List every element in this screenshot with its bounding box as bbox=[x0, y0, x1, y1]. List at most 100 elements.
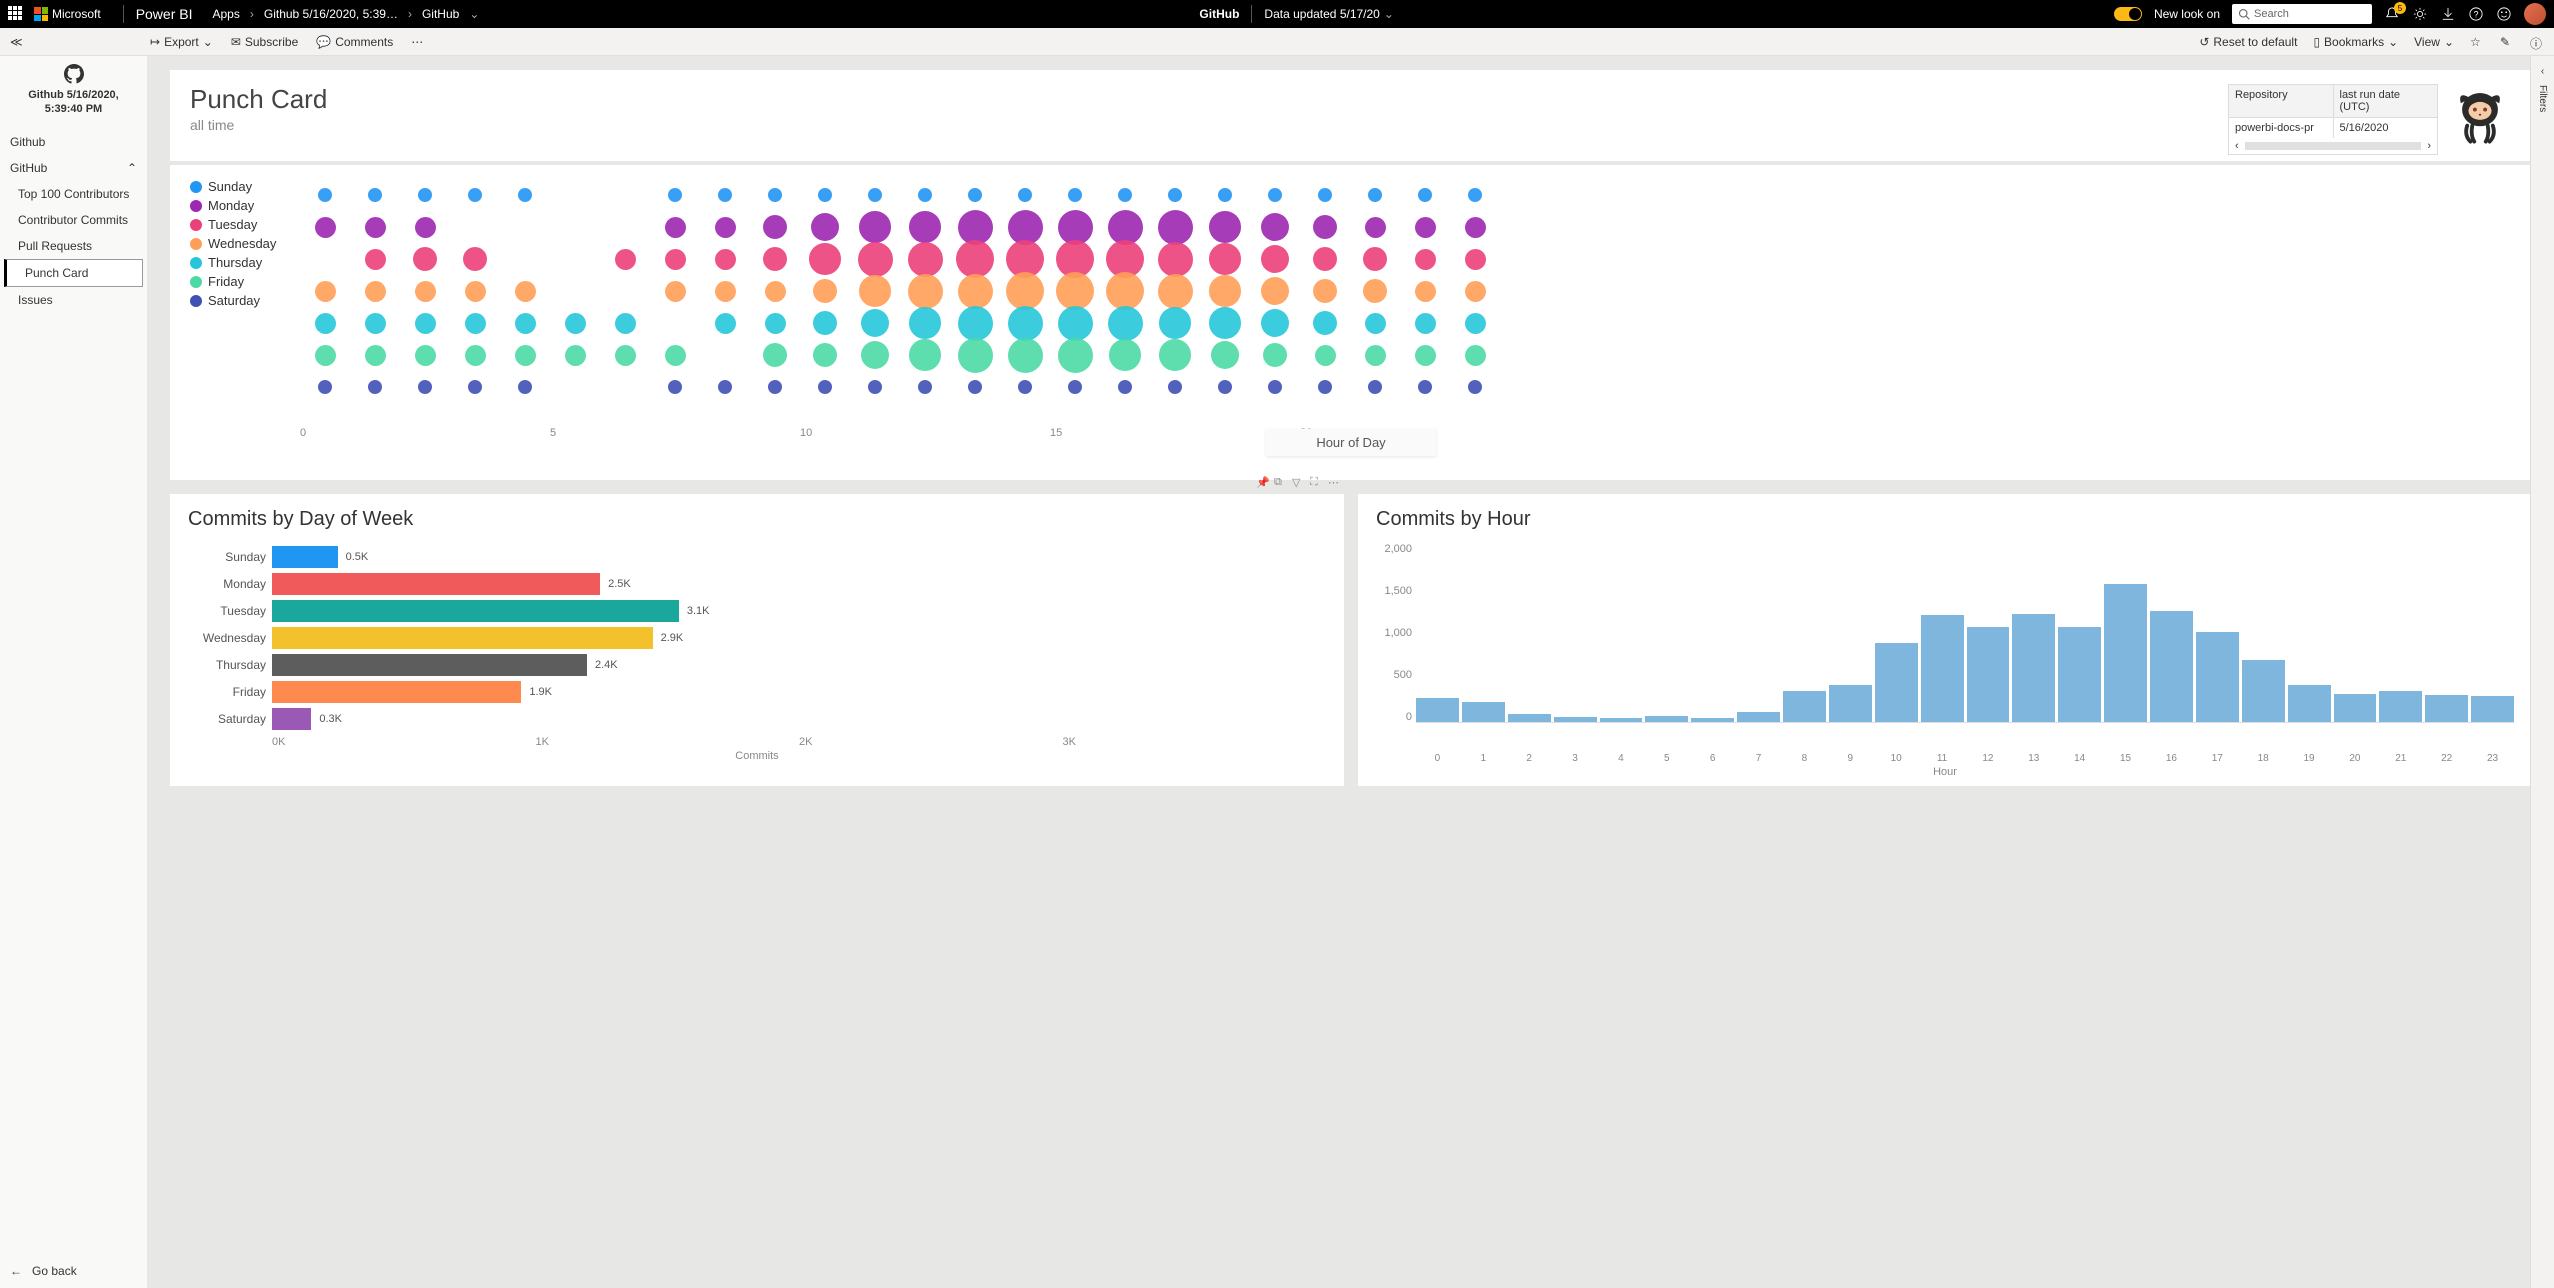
punch-bubble[interactable] bbox=[1261, 213, 1289, 241]
expand-filters-icon[interactable]: ‹ bbox=[2541, 66, 2544, 77]
scroll-track[interactable] bbox=[2245, 142, 2422, 150]
punch-bubble[interactable] bbox=[1008, 338, 1043, 373]
filters-pane-collapsed[interactable]: ‹ Filters bbox=[2530, 56, 2554, 1288]
download-icon[interactable] bbox=[2440, 6, 2456, 22]
punch-bubble[interactable] bbox=[858, 242, 893, 277]
punch-bubble[interactable] bbox=[1468, 188, 1482, 202]
dow-bar[interactable] bbox=[272, 681, 521, 703]
punch-bubble[interactable] bbox=[515, 313, 536, 334]
punch-bubble[interactable] bbox=[465, 313, 486, 334]
punch-bubble[interactable] bbox=[318, 188, 332, 202]
breadcrumb-apps[interactable]: Apps bbox=[213, 7, 240, 21]
punch-bubble[interactable] bbox=[365, 345, 386, 366]
dow-bar[interactable] bbox=[272, 573, 600, 595]
notifications-icon[interactable]: 5 bbox=[2384, 6, 2400, 22]
punch-bubble[interactable] bbox=[958, 338, 993, 373]
punch-bubble[interactable] bbox=[861, 309, 889, 337]
punch-bubble[interactable] bbox=[909, 307, 941, 339]
hour-bar[interactable] bbox=[1967, 627, 2010, 722]
settings-icon[interactable] bbox=[2412, 6, 2428, 22]
hour-bar[interactable] bbox=[1875, 643, 1918, 722]
punch-bubble[interactable] bbox=[1218, 380, 1232, 394]
hour-bar[interactable] bbox=[1921, 615, 1964, 722]
punch-bubble[interactable] bbox=[1415, 249, 1436, 270]
punch-bubble[interactable] bbox=[813, 279, 838, 304]
punch-bubble[interactable] bbox=[415, 217, 436, 238]
punch-bubble[interactable] bbox=[908, 242, 943, 277]
punch-bubble[interactable] bbox=[768, 188, 782, 202]
hour-bar[interactable] bbox=[1691, 718, 1734, 723]
punch-bubble[interactable] bbox=[1106, 272, 1145, 311]
punch-bubble[interactable] bbox=[1415, 313, 1436, 334]
copy-icon[interactable]: ⧉ bbox=[1274, 476, 1286, 488]
punch-bubble[interactable] bbox=[1018, 188, 1032, 202]
punch-bubble[interactable] bbox=[368, 188, 382, 202]
hour-bar[interactable] bbox=[1600, 718, 1643, 723]
punch-bubble[interactable] bbox=[1313, 311, 1338, 336]
punch-bubble[interactable] bbox=[1315, 345, 1336, 366]
punch-bubble[interactable] bbox=[665, 345, 686, 366]
punch-bubble[interactable] bbox=[1159, 339, 1191, 371]
punch-bubble[interactable] bbox=[1465, 345, 1486, 366]
hour-bar[interactable] bbox=[1829, 685, 1872, 722]
punch-bubble[interactable] bbox=[365, 281, 386, 302]
hour-bar[interactable] bbox=[1416, 698, 1459, 722]
punch-bubble[interactable] bbox=[763, 215, 788, 240]
punch-bubble[interactable] bbox=[415, 313, 436, 334]
table-scrollbar[interactable]: ‹ › bbox=[2229, 138, 2437, 154]
hour-bar[interactable] bbox=[1554, 717, 1597, 722]
feedback-icon[interactable] bbox=[2496, 6, 2512, 22]
punch-bubble[interactable] bbox=[665, 281, 686, 302]
punch-bubble[interactable] bbox=[1058, 306, 1093, 341]
punch-bubble[interactable] bbox=[1363, 279, 1388, 304]
collapse-nav-icon[interactable]: ≪ bbox=[10, 35, 23, 49]
subscribe-button[interactable]: ✉Subscribe bbox=[231, 35, 298, 49]
dow-bar[interactable] bbox=[272, 708, 311, 730]
punch-bubble[interactable] bbox=[956, 240, 995, 279]
scroll-right-icon[interactable]: › bbox=[2427, 140, 2431, 152]
punch-bubble[interactable] bbox=[1318, 188, 1332, 202]
punch-bubble[interactable] bbox=[315, 345, 336, 366]
punch-bubble[interactable] bbox=[715, 313, 736, 334]
punch-bubble[interactable] bbox=[1109, 339, 1141, 371]
hour-bar[interactable] bbox=[2471, 696, 2514, 722]
punch-bubble[interactable] bbox=[1209, 211, 1241, 243]
punch-bubble[interactable] bbox=[1268, 380, 1282, 394]
punch-bubble[interactable] bbox=[515, 345, 536, 366]
hour-bar[interactable] bbox=[2012, 614, 2055, 722]
punch-bubble[interactable] bbox=[811, 213, 839, 241]
hour-bar[interactable] bbox=[2150, 611, 2193, 722]
punch-bubble[interactable] bbox=[818, 380, 832, 394]
sidebar-item-dashboard[interactable]: Github bbox=[0, 129, 147, 155]
punch-bubble[interactable] bbox=[859, 275, 891, 307]
punch-bubble[interactable] bbox=[763, 343, 788, 368]
punch-bubble[interactable] bbox=[1465, 249, 1486, 270]
punch-bubble[interactable] bbox=[1415, 281, 1436, 302]
more-button[interactable]: ⋯ bbox=[411, 35, 423, 49]
punch-bubble[interactable] bbox=[718, 188, 732, 202]
punch-bubble[interactable] bbox=[368, 380, 382, 394]
hour-bar[interactable] bbox=[2425, 695, 2468, 722]
dow-bar[interactable] bbox=[272, 627, 653, 649]
punch-bubble[interactable] bbox=[1158, 274, 1193, 309]
hour-bar[interactable] bbox=[1508, 714, 1551, 722]
punch-bubble[interactable] bbox=[1313, 247, 1338, 272]
product-name[interactable]: Power BI bbox=[136, 6, 193, 22]
hour-bar[interactable] bbox=[1462, 702, 1505, 722]
comments-button[interactable]: 💬Comments bbox=[316, 35, 393, 49]
punch-bubble[interactable] bbox=[1365, 345, 1386, 366]
punch-bubble[interactable] bbox=[1415, 345, 1436, 366]
punch-bubble[interactable] bbox=[1418, 188, 1432, 202]
edit-icon[interactable]: ✎ bbox=[2500, 35, 2514, 49]
punch-bubble[interactable] bbox=[765, 281, 786, 302]
commits-by-dow-visual[interactable]: 📌 ⧉ ▽ ⛶ ⋯ Commits by Day of Week Sunday0… bbox=[170, 494, 1344, 786]
punch-bubble[interactable] bbox=[1218, 188, 1232, 202]
punch-bubble[interactable] bbox=[1168, 380, 1182, 394]
punch-bubble[interactable] bbox=[1261, 277, 1289, 305]
dow-bar[interactable] bbox=[272, 600, 679, 622]
punch-card-visual[interactable]: SundayMondayTuesdayWednesdayThursdayFrid… bbox=[170, 165, 2532, 480]
punch-bubble[interactable] bbox=[918, 188, 932, 202]
info-icon[interactable]: ⓘ bbox=[2530, 35, 2544, 49]
punch-bubble[interactable] bbox=[463, 247, 488, 272]
sidebar-item-issues[interactable]: Issues bbox=[0, 287, 147, 313]
